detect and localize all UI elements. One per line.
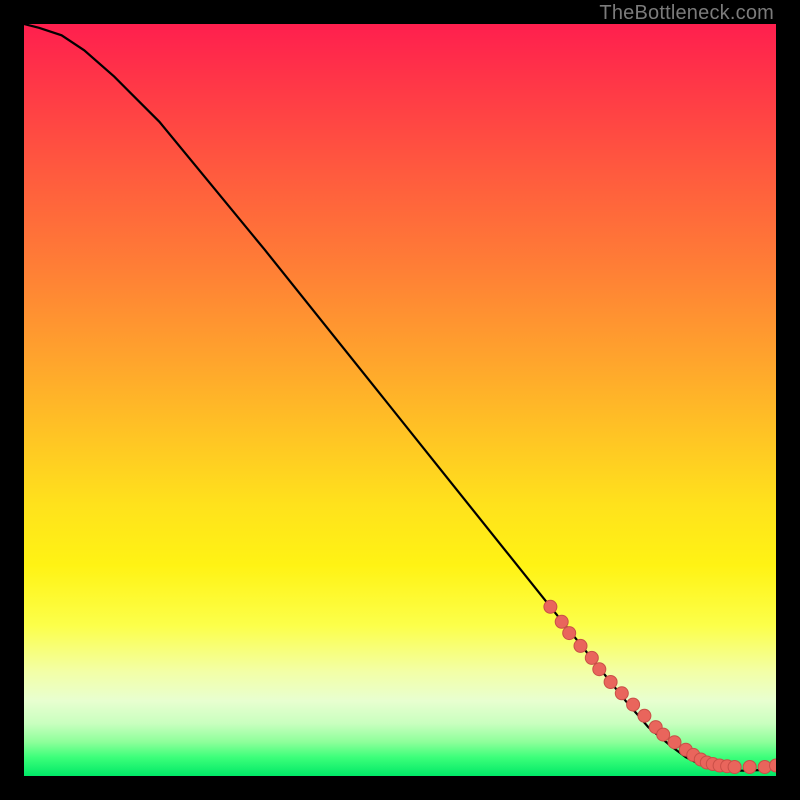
data-marker [743, 761, 756, 774]
data-marker [574, 639, 587, 652]
chart-svg [24, 24, 776, 776]
data-marker [728, 761, 741, 774]
data-marker [555, 615, 568, 628]
data-marker [544, 600, 557, 613]
chart-frame: TheBottleneck.com [0, 0, 800, 800]
bottleneck-curve [24, 24, 776, 771]
data-marker [604, 676, 617, 689]
data-marker [585, 651, 598, 664]
watermark-text: TheBottleneck.com [599, 2, 774, 25]
data-marker [627, 698, 640, 711]
data-marker [638, 709, 651, 722]
data-marker [563, 627, 576, 640]
data-marker [657, 728, 670, 741]
data-marker [615, 687, 628, 700]
data-marker [668, 736, 681, 749]
data-marker [593, 663, 606, 676]
data-markers [544, 600, 776, 773]
plot-area [24, 24, 776, 776]
line-series [24, 24, 776, 771]
